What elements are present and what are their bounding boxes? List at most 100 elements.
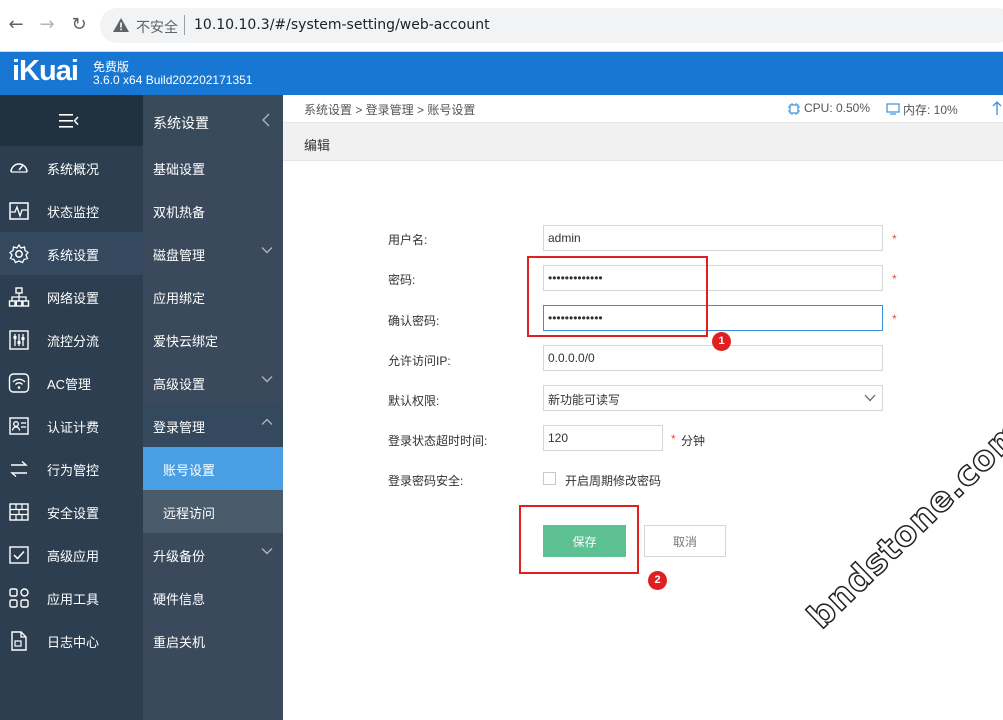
address-bar[interactable]: 不安全 10.10.10.3/#/system-setting/web-acco… — [100, 8, 1003, 43]
back-arrow-icon[interactable]: ← — [6, 15, 26, 35]
periodic-password-checkbox[interactable] — [543, 472, 556, 485]
chevron-down-icon — [261, 548, 273, 555]
browser-toolbar: ← → ↻ 不安全 10.10.10.3/#/system-setting/we… — [0, 0, 1003, 52]
username-input[interactable] — [543, 225, 883, 251]
sidebar-item-label: 系统概况 — [47, 162, 100, 177]
sidebar-item-label: 状态监控 — [47, 205, 100, 220]
sidebar-item-behavior[interactable]: 行为管控 — [0, 447, 143, 490]
subnav-item-login-mgmt[interactable]: 登录管理 — [143, 404, 283, 447]
sidebar-item-advanced[interactable]: 高级应用 — [0, 533, 143, 576]
subnav-item-label: 硬件信息 — [153, 592, 206, 607]
sidebar-item-label: 认证计费 — [47, 420, 100, 435]
subnav-item-advanced[interactable]: 高级设置 — [143, 361, 283, 404]
annotation-badge-2: 2 — [648, 571, 667, 590]
cancel-button[interactable]: 取消 — [644, 525, 726, 557]
chevron-down-icon[interactable] — [864, 393, 876, 403]
sidebar-item-tools[interactable]: 应用工具 — [0, 576, 143, 619]
confirm-password-label: 确认密码: — [388, 314, 440, 328]
chevron-left-icon[interactable] — [261, 113, 271, 127]
subnav-item-label: 应用绑定 — [153, 291, 206, 306]
annotation-badge-1: 1 — [712, 332, 731, 351]
sidebar-item-label: 系统设置 — [47, 248, 100, 263]
subnav-item-ha[interactable]: 双机热备 — [143, 189, 283, 232]
sidebar-item-traffic[interactable]: 流控分流 — [0, 318, 143, 361]
subnav-item-account[interactable]: 账号设置 — [143, 447, 283, 490]
insecure-label[interactable]: 不安全 — [136, 17, 178, 37]
primary-sidebar: 系统概况 状态监控 系统设置 网络设置 流控分流 AC管理 认证计费 行为管控 … — [0, 95, 143, 720]
warning-icon — [113, 18, 129, 32]
sidebar-item-system-settings[interactable]: 系统设置 — [0, 232, 143, 275]
url-divider — [184, 15, 185, 35]
subnav-item-app-bind[interactable]: 应用绑定 — [143, 275, 283, 318]
chevron-up-icon — [261, 418, 273, 425]
annotation-box-2 — [519, 505, 639, 574]
cpu-usage: CPU: 0.50% — [804, 101, 871, 115]
sidebar-item-label: 流控分流 — [47, 334, 100, 349]
annotation-box-1 — [527, 256, 708, 337]
allow-ip-label: 允许访问IP: — [388, 354, 451, 368]
wifi-icon — [8, 373, 30, 393]
subnav-item-disk[interactable]: 磁盘管理 — [143, 232, 283, 275]
url-text[interactable]: 10.10.10.3/#/system-setting/web-account — [194, 17, 490, 33]
ikuai-logo: iKuai — [12, 55, 79, 87]
status-bar: 系统设置 > 登录管理 > 账号设置 CPU: 0.50% 内存: 10% — [283, 95, 1003, 123]
sidebar-item-security[interactable]: 安全设置 — [0, 490, 143, 533]
sidebar-item-label: 行为管控 — [47, 463, 100, 478]
permission-select[interactable]: 新功能可读写 — [543, 385, 883, 411]
sliders-icon — [9, 330, 29, 350]
subnav-item-cloud-bind[interactable]: 爱快云绑定 — [143, 318, 283, 361]
required-mark: * — [892, 232, 897, 246]
reload-icon[interactable]: ↻ — [69, 15, 89, 35]
subnav-item-label: 登录管理 — [153, 420, 206, 435]
subnav-title: 系统设置 — [153, 115, 209, 131]
allow-ip-input[interactable] — [543, 345, 883, 371]
username-label: 用户名: — [388, 233, 428, 247]
id-card-icon — [9, 417, 29, 435]
permission-label: 默认权限: — [388, 394, 440, 408]
subnav-item-remote[interactable]: 远程访问 — [143, 490, 283, 533]
subnav-item-basic[interactable]: 基础设置 — [143, 146, 283, 189]
panel-header: 编辑 — [283, 123, 1003, 161]
sidebar-item-logs[interactable]: 日志中心 — [0, 619, 143, 662]
subnav-item-label: 远程访问 — [163, 506, 216, 521]
sidebar-item-label: AC管理 — [47, 377, 92, 392]
memory-icon — [886, 103, 900, 115]
sidebar-item-label: 高级应用 — [47, 549, 100, 564]
timeout-input[interactable] — [543, 425, 663, 451]
subnav-header[interactable]: 系统设置 — [143, 95, 283, 146]
panel-title: 编辑 — [304, 138, 331, 153]
sidebar-item-monitor[interactable]: 状态监控 — [0, 189, 143, 232]
subnav-item-upgrade[interactable]: 升级备份 — [143, 533, 283, 576]
periodic-password-label[interactable]: 开启周期修改密码 — [565, 472, 661, 489]
exchange-icon — [10, 460, 28, 478]
document-icon — [11, 631, 27, 651]
network-icon — [8, 287, 30, 307]
sidebar-item-network[interactable]: 网络设置 — [0, 275, 143, 318]
subnav-item-label: 基础设置 — [153, 162, 206, 177]
subnav-item-hardware[interactable]: 硬件信息 — [143, 576, 283, 619]
sidebar-item-label: 日志中心 — [47, 635, 100, 650]
timeout-unit: 分钟 — [681, 434, 706, 448]
required-mark: * — [892, 312, 897, 326]
apps-icon — [9, 588, 29, 608]
sidebar-item-auth[interactable]: 认证计费 — [0, 404, 143, 447]
subnav-item-label: 重启关机 — [153, 635, 206, 650]
breadcrumb: 系统设置 > 登录管理 > 账号设置 — [304, 103, 476, 117]
forward-arrow-icon[interactable]: → — [37, 15, 57, 35]
gear-icon — [9, 243, 29, 264]
sidebar-collapse-button[interactable] — [0, 95, 143, 146]
password-label: 密码: — [388, 273, 416, 287]
sidebar-item-overview[interactable]: 系统概况 — [0, 146, 143, 189]
checklist-icon — [9, 546, 29, 564]
subnav-item-label: 磁盘管理 — [153, 248, 206, 263]
subnav-item-label: 爱快云绑定 — [153, 334, 219, 349]
dashboard-icon — [10, 163, 28, 173]
sidebar-item-label: 安全设置 — [47, 506, 100, 521]
firewall-icon — [9, 503, 29, 521]
subnav-item-reboot[interactable]: 重启关机 — [143, 619, 283, 662]
arrow-up-icon[interactable] — [992, 100, 1002, 116]
sidebar-item-ac[interactable]: AC管理 — [0, 361, 143, 404]
required-mark: * — [892, 272, 897, 286]
chevron-down-icon — [261, 376, 273, 383]
version-label: 3.6.0 x64 Build202202171351 — [93, 73, 253, 87]
